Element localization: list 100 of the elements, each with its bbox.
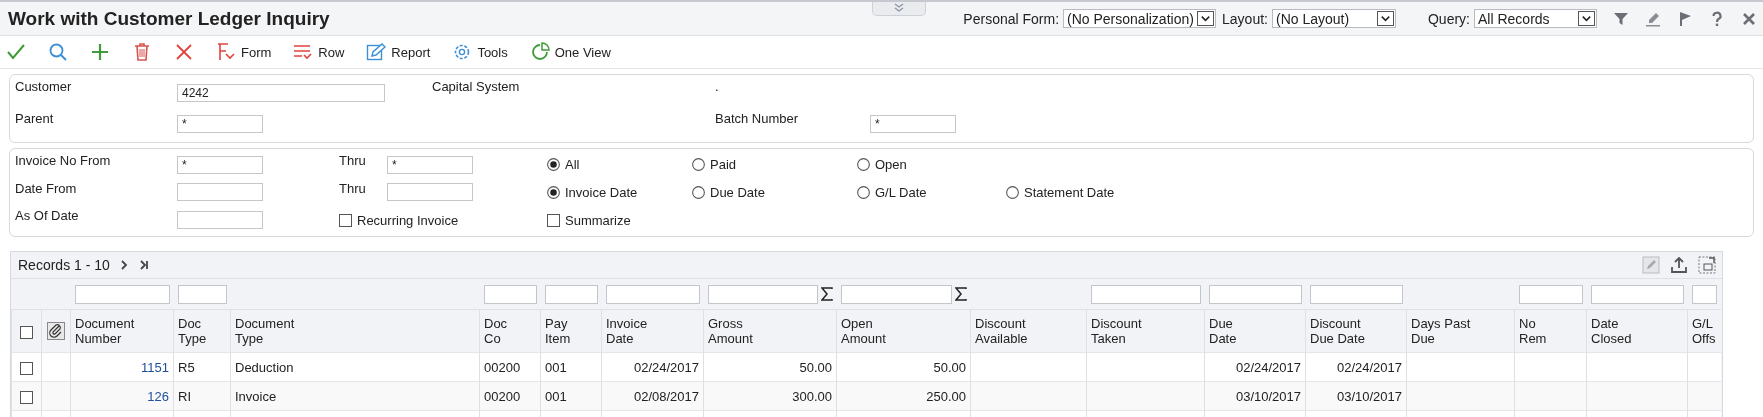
date-basis-radio-button[interactable]: Invoice Date [547,185,638,200]
date-basis-radio-button[interactable]: Due Date [692,185,765,200]
flag-icon[interactable] [1677,10,1693,27]
pie-chart-icon [529,42,550,62]
table-cell: 50.00 [933,359,966,375]
field-label: Thru [339,153,367,168]
radio-circle-icon[interactable] [1006,186,1019,199]
radio-circle-icon[interactable] [547,186,560,199]
status-radio-button[interactable]: Paid [692,157,737,173]
table-cell: 02/08/2017 [633,388,699,404]
date-thru-field[interactable] [387,183,473,202]
form-menu-button[interactable]: Form [212,40,276,64]
query-label: Query: [1428,10,1470,27]
field-label: Customer [15,79,73,94]
table-cell: R5 [178,359,195,375]
table-cell: 02/24/2017 [633,359,699,375]
select-all-checkbox[interactable] [20,325,33,339]
sum-icon[interactable] [820,287,833,301]
trash-icon [132,42,152,62]
last-page-icon[interactable] [137,259,150,271]
column-filter-field[interactable] [1691,284,1717,304]
report-menu-button[interactable]: Report [362,40,435,64]
column-filter-field[interactable] [483,284,537,304]
column-filter-field[interactable] [707,284,818,304]
status-radio-button[interactable]: Open [857,157,907,173]
sum-icon[interactable] [954,287,967,301]
parent-field[interactable]: * [177,115,263,134]
filter-icon[interactable] [1613,10,1629,27]
summarize-checkbox[interactable]: Summarize [547,212,631,228]
radio-circle-icon[interactable] [857,158,870,172]
radio-circle-icon[interactable] [547,158,560,172]
parent-name-text: . [715,79,720,94]
collapse-tab[interactable] [872,2,926,16]
table-cell: 02/24/2017 [1336,359,1402,375]
pen-icon[interactable] [1645,10,1661,27]
column-filter-field[interactable] [840,284,952,304]
field-label: Batch Number [715,110,800,126]
row-menu-button[interactable]: Row [289,40,349,64]
column-filter-field[interactable] [544,284,598,304]
table-cell: 300.00 [792,388,832,404]
date-from-field[interactable] [177,183,263,202]
invoice-from-field[interactable]: * [177,155,263,174]
table-cell: 250.00 [926,388,966,404]
batch-number-field[interactable]: * [870,115,956,134]
close-icon[interactable] [1741,10,1757,27]
column-filter-field[interactable] [74,284,170,304]
paperclip-icon[interactable] [47,322,65,340]
oneview-menu-button[interactable]: One View [525,40,615,64]
table-cell: 02/24/2017 [1235,359,1301,375]
radio-circle-icon[interactable] [857,186,870,199]
recurring-invoice-checkbox[interactable]: Recurring Invoice [339,212,459,228]
as-of-date-field[interactable] [177,211,263,230]
form-menu-icon [216,42,236,62]
date-basis-radio-button[interactable]: Statement Date [1006,185,1115,200]
expand-grid-icon[interactable] [1698,256,1716,274]
customer-field[interactable]: 4242 [177,83,385,102]
radio-circle-icon[interactable] [692,186,705,199]
rows-check-icon [293,42,314,62]
column-filter-field[interactable] [1208,284,1302,304]
column-filter-field[interactable] [1309,284,1403,304]
field-label: As Of Date [15,208,80,224]
document-link[interactable]: 126 [147,388,169,404]
double-chevron-icon [893,2,905,13]
column-filter-field[interactable] [1090,284,1201,304]
table-cell: 03/10/2017 [1336,388,1402,404]
records-count: Records 1 - 10 [18,257,110,273]
table-cell: 00200 [484,359,521,375]
radio-circle-icon[interactable] [692,158,705,172]
status-radio-button[interactable]: All [547,157,580,173]
help-icon[interactable] [1709,10,1725,27]
layout-dropdown[interactable]: (No Layout) [1272,9,1396,28]
window-title: Work with Customer Ledger Inquiry [8,7,330,30]
chevron-down-icon[interactable] [1578,11,1595,26]
edit-document-icon [366,42,387,62]
row-checkbox[interactable] [20,361,33,375]
field-label: Invoice No From [15,153,112,168]
row-checkbox[interactable] [20,390,33,404]
date-basis-radio-button[interactable]: G/L Date [857,185,927,200]
document-link[interactable]: 1151 [141,359,169,375]
column-filter-field[interactable] [1590,284,1684,304]
field-label: Thru [339,180,367,196]
upload-icon[interactable] [1670,256,1688,274]
table-cell: 03/10/2017 [1235,388,1301,404]
invoice-thru-field[interactable]: * [387,155,473,174]
table-cell: 001 [545,359,567,375]
personal-form-dropdown[interactable]: (No Personalization) [1063,9,1217,28]
column-filter-field[interactable] [605,284,700,304]
tools-menu-button[interactable]: Tools [448,40,512,64]
table-cell: 50.00 [799,359,832,375]
query-dropdown[interactable]: All Records [1474,9,1597,28]
customer-name-text: Capital System [432,79,521,94]
column-filter-field[interactable] [1518,284,1583,304]
table-cell: 001 [545,388,567,404]
column-filter-field[interactable] [177,284,227,304]
personal-form-label: Personal Form: [963,10,1060,27]
chevron-down-icon[interactable] [1197,11,1215,26]
field-label: Parent [15,110,55,126]
chevron-down-icon[interactable] [1377,11,1394,26]
field-label: Date From [15,180,78,196]
table-cell: 00200 [484,388,521,404]
